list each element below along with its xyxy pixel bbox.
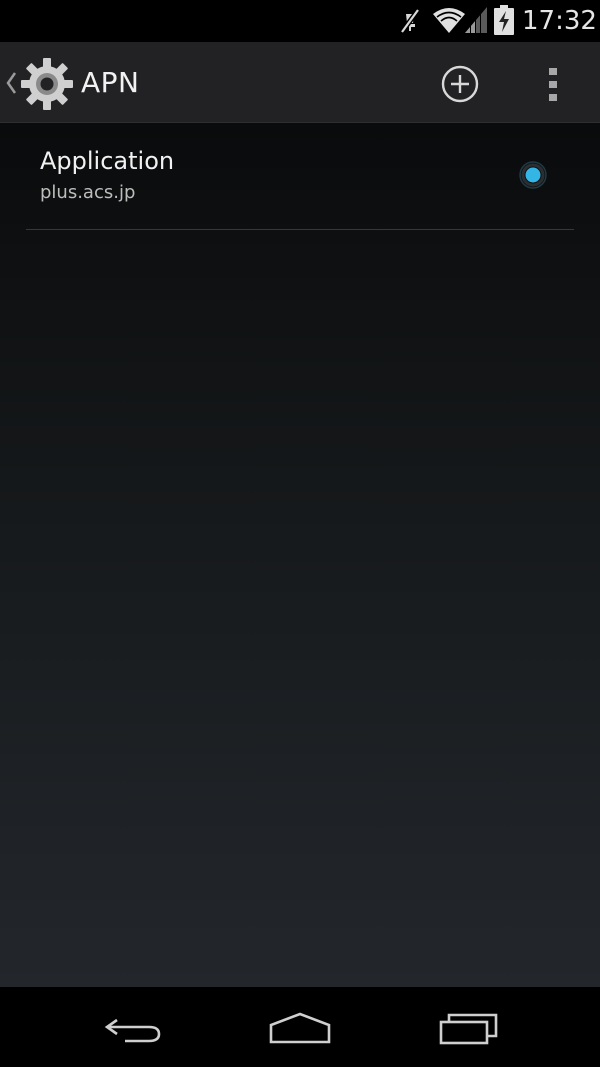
overflow-menu-icon bbox=[549, 68, 557, 101]
apn-screen: 17:32 APN Application plus.acs.jp bbox=[0, 0, 600, 1067]
apn-list-item[interactable]: Application plus.acs.jp bbox=[26, 123, 574, 230]
recents-icon bbox=[439, 1013, 498, 1045]
navigation-bar bbox=[0, 987, 600, 1067]
signal-icon bbox=[465, 7, 487, 33]
add-apn-button[interactable] bbox=[432, 56, 488, 112]
status-time: 17:32 bbox=[522, 6, 597, 36]
overflow-menu-button[interactable] bbox=[532, 56, 576, 112]
status-bar: 17:32 bbox=[0, 0, 600, 42]
home-icon bbox=[269, 1012, 331, 1044]
action-bar: APN bbox=[0, 42, 600, 123]
apn-address: plus.acs.jp bbox=[40, 182, 136, 203]
recents-button[interactable] bbox=[408, 987, 528, 1067]
back-icon bbox=[104, 1018, 161, 1043]
home-button[interactable] bbox=[240, 987, 360, 1067]
mute-icon bbox=[399, 8, 421, 34]
selected-radio-icon[interactable] bbox=[519, 161, 547, 189]
apn-name: Application bbox=[40, 147, 175, 175]
add-icon bbox=[441, 65, 479, 103]
page-title: APN bbox=[81, 66, 140, 99]
battery-charging-icon bbox=[494, 5, 514, 35]
back-button[interactable] bbox=[73, 987, 193, 1067]
settings-gear-icon[interactable] bbox=[20, 57, 74, 111]
wifi-icon bbox=[433, 8, 465, 33]
apn-list: Application plus.acs.jp bbox=[0, 123, 600, 987]
up-caret-icon[interactable] bbox=[5, 70, 17, 96]
